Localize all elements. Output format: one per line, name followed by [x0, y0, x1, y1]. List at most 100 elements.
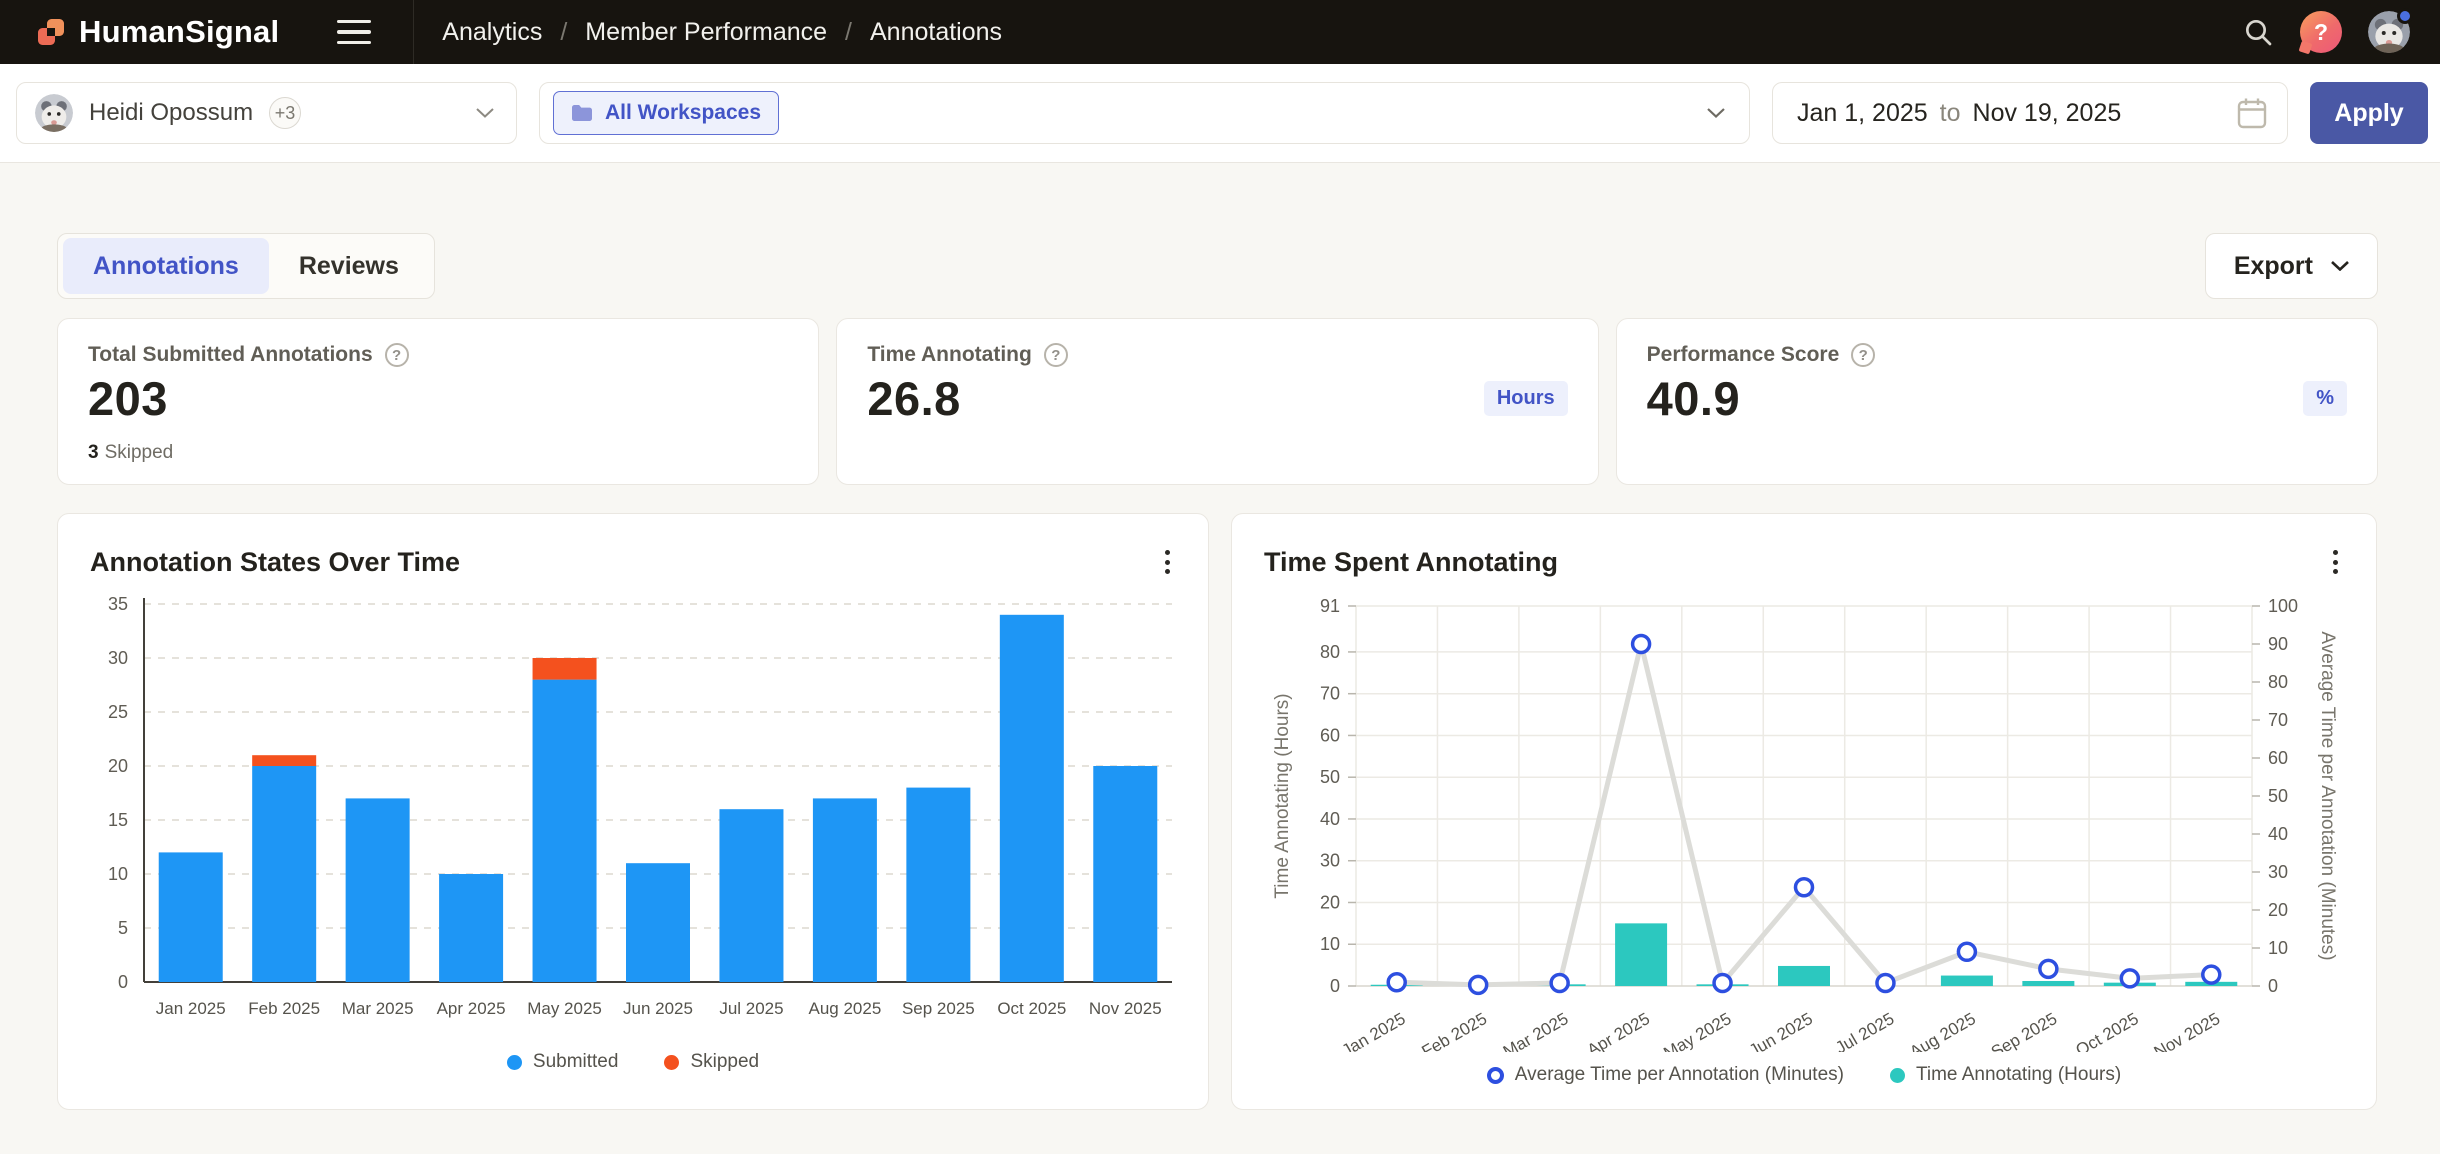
svg-text:30: 30 [1320, 851, 1340, 871]
export-label: Export [2234, 252, 2313, 281]
brand-logo[interactable]: HumanSignal [36, 14, 279, 50]
svg-text:35: 35 [108, 594, 128, 614]
svg-text:80: 80 [2268, 672, 2288, 692]
calendar-icon[interactable] [2237, 97, 2267, 129]
svg-text:50: 50 [1320, 767, 1340, 787]
search-icon[interactable] [2242, 16, 2274, 48]
stat-value: 203 [88, 371, 168, 426]
svg-text:0: 0 [118, 972, 128, 992]
user-avatar[interactable] [2368, 11, 2410, 53]
member-avatar [35, 94, 73, 132]
legend-ring [1487, 1067, 1504, 1084]
export-button[interactable]: Export [2205, 233, 2378, 299]
breadcrumb-analytics[interactable]: Analytics [442, 18, 542, 47]
stat-value: 26.8 [867, 371, 960, 426]
svg-text:0: 0 [1330, 976, 1340, 996]
svg-text:Apr 2025: Apr 2025 [1584, 1009, 1653, 1052]
chart-title: Annotation States Over Time [90, 547, 460, 578]
stat-unit-badge: % [2303, 381, 2347, 416]
main-content: Annotations Reviews Export Total Submitt… [0, 233, 2440, 1110]
svg-text:Time Annotating (Hours): Time Annotating (Hours) [1272, 693, 1293, 898]
stat-label: Total Submitted Annotations [88, 343, 373, 367]
breadcrumb-member-performance[interactable]: Member Performance [585, 18, 827, 47]
help-button[interactable]: ? [2300, 11, 2342, 53]
stats-row: Total Submitted Annotations ? 203 3 Skipp… [57, 318, 2378, 485]
time-spent-plot[interactable]: 0102030405060708091010203040506070809010… [1264, 594, 2346, 1052]
apply-button[interactable]: Apply [2310, 82, 2428, 144]
workspace-chip-label: All Workspaces [605, 101, 761, 125]
legend-submitted[interactable]: Submitted [507, 1051, 619, 1073]
breadcrumb-separator: / [845, 18, 852, 47]
svg-text:30: 30 [2268, 862, 2288, 882]
svg-text:80: 80 [1320, 642, 1340, 662]
help-circle-icon[interactable]: ? [385, 343, 409, 367]
tab-annotations[interactable]: Annotations [63, 238, 269, 294]
stat-unit-badge: Hours [1484, 381, 1568, 416]
svg-text:Jan 2025: Jan 2025 [156, 999, 226, 1018]
more-members-badge: +3 [269, 97, 301, 129]
member-select[interactable]: Heidi Opossum +3 [16, 82, 517, 144]
svg-text:Feb 2025: Feb 2025 [248, 999, 320, 1018]
stat-footer: 3 Skipped [88, 442, 788, 464]
legend-time-annotating[interactable]: Time Annotating (Hours) [1890, 1064, 2121, 1086]
chevron-down-icon [1707, 108, 1725, 118]
folder-icon [571, 104, 593, 122]
help-circle-icon[interactable]: ? [1044, 343, 1068, 367]
tab-group: Annotations Reviews [57, 233, 435, 299]
annotation-states-plot[interactable]: 05101520253035Jan 2025Feb 2025Mar 2025Ap… [90, 594, 1178, 1039]
chart-time-spent: Time Spent Annotating 010203040506070809… [1231, 513, 2377, 1110]
legend-dot [1890, 1068, 1905, 1083]
svg-text:5: 5 [118, 918, 128, 938]
stat-value: 40.9 [1647, 371, 1740, 426]
charts-row: Annotation States Over Time 051015202530… [57, 513, 2378, 1110]
tab-reviews[interactable]: Reviews [269, 238, 429, 294]
svg-text:70: 70 [2268, 710, 2288, 730]
kebab-menu-icon[interactable] [2327, 544, 2344, 580]
breadcrumb: Analytics / Member Performance / Annotat… [442, 18, 1002, 47]
date-separator: to [1940, 99, 1961, 128]
svg-text:0: 0 [2268, 976, 2278, 996]
svg-text:30: 30 [108, 648, 128, 668]
skipped-label: Skipped [105, 442, 174, 463]
breadcrumb-separator: / [560, 18, 567, 47]
svg-text:10: 10 [1320, 934, 1340, 954]
filter-bar: Heidi Opossum +3 All Workspaces Jan 1, 2… [0, 64, 2440, 163]
kebab-menu-icon[interactable] [1159, 544, 1176, 580]
menu-button[interactable] [337, 20, 371, 45]
brand-name: HumanSignal [79, 14, 279, 50]
legend-skipped[interactable]: Skipped [664, 1051, 759, 1073]
skipped-count: 3 [88, 442, 99, 463]
workspace-select[interactable]: All Workspaces [539, 82, 1750, 144]
svg-text:Sep 2025: Sep 2025 [1988, 1009, 2061, 1052]
svg-text:Apr 2025: Apr 2025 [437, 999, 506, 1018]
svg-text:70: 70 [1320, 684, 1340, 704]
svg-text:Aug 2025: Aug 2025 [1906, 1009, 1979, 1052]
svg-text:Mar 2025: Mar 2025 [342, 999, 414, 1018]
svg-text:25: 25 [108, 702, 128, 722]
svg-text:50: 50 [2268, 786, 2288, 806]
humansignal-logo-icon [36, 17, 66, 47]
svg-text:May 2025: May 2025 [1660, 1009, 1734, 1052]
help-circle-icon[interactable]: ? [1851, 343, 1875, 367]
svg-text:40: 40 [2268, 824, 2288, 844]
svg-text:Aug 2025: Aug 2025 [809, 999, 882, 1018]
workspace-chip[interactable]: All Workspaces [553, 91, 779, 135]
svg-text:60: 60 [1320, 725, 1340, 745]
svg-text:91: 91 [1320, 596, 1340, 616]
presence-badge [2397, 8, 2413, 24]
svg-text:Nov 2025: Nov 2025 [1089, 999, 1162, 1018]
svg-text:20: 20 [108, 756, 128, 776]
svg-text:Jun 2025: Jun 2025 [623, 999, 693, 1018]
svg-text:100: 100 [2268, 596, 2298, 616]
breadcrumb-annotations[interactable]: Annotations [870, 18, 1002, 47]
svg-text:Oct 2025: Oct 2025 [997, 999, 1066, 1018]
svg-text:90: 90 [2268, 634, 2288, 654]
stat-label: Time Annotating [867, 343, 1032, 367]
date-range-picker[interactable]: Jan 1, 2025 to Nov 19, 2025 [1772, 82, 2288, 144]
svg-text:Oct 2025: Oct 2025 [2073, 1009, 2142, 1052]
svg-text:Sep 2025: Sep 2025 [902, 999, 975, 1018]
legend-avg-time[interactable]: Average Time per Annotation (Minutes) [1487, 1064, 1844, 1086]
svg-text:20: 20 [2268, 900, 2288, 920]
top-nav: HumanSignal Analytics / Member Performan… [0, 0, 2440, 64]
toolbar-row: Annotations Reviews Export [57, 233, 2378, 299]
